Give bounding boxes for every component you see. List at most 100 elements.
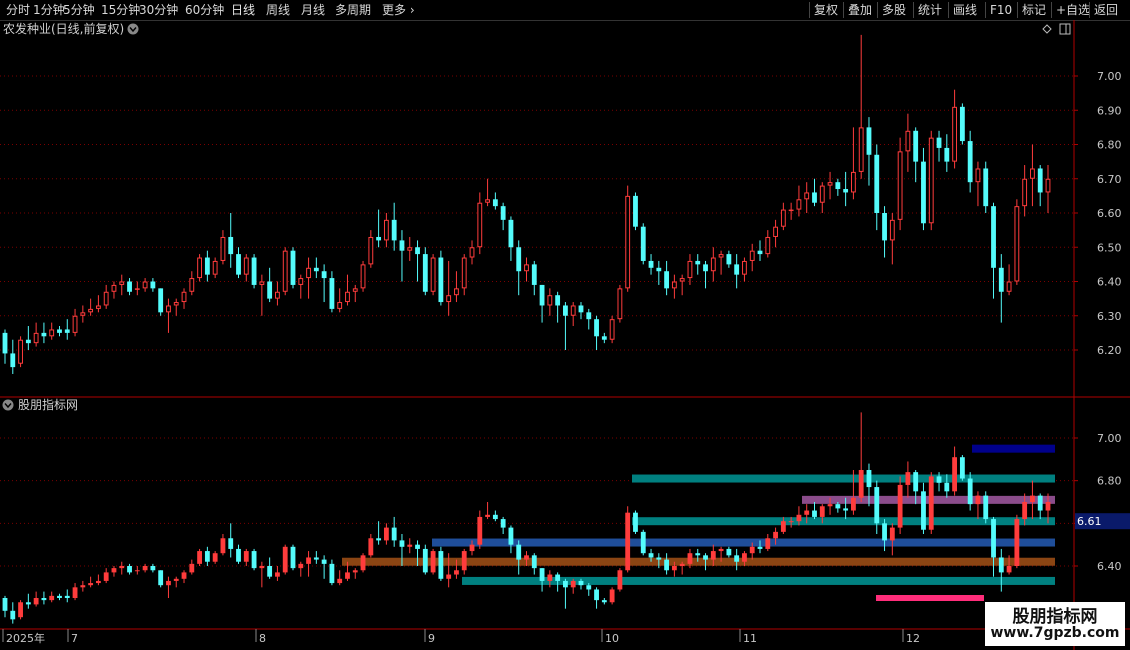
main-candle-body <box>204 257 210 275</box>
collapse-main-icon <box>127 23 139 35</box>
indicator-candle-body <box>430 551 436 573</box>
toolbar-period-0[interactable]: 分时 <box>6 0 30 20</box>
main-candle-body <box>773 226 778 237</box>
toolbar-action-1[interactable]: 叠加 <box>848 0 872 20</box>
toolbar-period-10[interactable]: 更多 › <box>382 0 415 20</box>
main-candle-body <box>991 206 996 268</box>
indicator-candle-body <box>298 563 304 569</box>
indicator-candle-body <box>765 538 771 549</box>
indicator-candle-body <box>313 557 319 560</box>
main-candle-body <box>461 257 467 289</box>
indicator-candle-body <box>648 553 654 558</box>
main-candle-body <box>1045 178 1051 193</box>
toolbar-action-5[interactable]: F10 <box>990 0 1012 20</box>
main-candle-body <box>220 236 226 261</box>
main-candle-body <box>275 291 280 299</box>
main-candle-body <box>944 147 950 162</box>
main-tick-label: 6.30 <box>1097 310 1122 323</box>
main-candle-body <box>430 257 436 292</box>
indicator-candle-body <box>41 598 47 601</box>
indicator-candle-body <box>57 595 62 598</box>
indicator-panel-title: 股朋指标网 <box>18 397 78 412</box>
indicator-candle-body <box>679 563 685 566</box>
toolbar-action-3[interactable]: 统计 <box>918 0 942 20</box>
indicator-candle-body <box>1014 519 1020 566</box>
toolbar-action-7[interactable]: +自选 <box>1056 0 1090 20</box>
indicator-candle-body <box>664 559 670 571</box>
indicator-candle-body <box>1022 502 1028 520</box>
toolbar-period-5[interactable]: 60分钟 <box>185 0 224 20</box>
indicator-candle-body <box>259 566 265 569</box>
toolbar-period-4[interactable]: 30分钟 <box>139 0 178 20</box>
indicator-candle-body <box>103 572 109 581</box>
main-candle-body <box>757 250 763 255</box>
indicator-candle-body <box>625 512 631 571</box>
main-candle-body <box>742 260 747 275</box>
indicator-candle-body <box>555 574 561 581</box>
main-candle-body <box>563 305 568 316</box>
main-candle-body <box>640 226 646 261</box>
toolbar-period-8[interactable]: 月线 <box>301 0 325 20</box>
main-candle-body <box>173 302 179 306</box>
toolbar-period-6[interactable]: 日线 <box>231 0 255 20</box>
period-toolbar: 分时 1分钟 5分钟 15分钟 30分钟 60分钟 日线 周线 月线 多周期 更多 › 复权 叠加 多股统… <box>0 0 1130 21</box>
indicator-candle-body <box>578 580 584 586</box>
toolbar-period-3[interactable]: 15分钟 <box>101 0 140 20</box>
toolbar-period-1[interactable]: 1分钟 <box>33 0 65 20</box>
indicator-candle-body <box>368 538 374 556</box>
indicator-candle-body <box>454 570 459 575</box>
main-candle-body <box>555 295 561 306</box>
toolbar-separator <box>843 2 844 18</box>
indicator-candle-body <box>391 527 397 541</box>
main-candle-body <box>539 284 545 306</box>
main-candle-body <box>788 209 794 212</box>
toolbar-period-9[interactable]: 多周期 <box>335 0 371 20</box>
main-candle-body <box>1022 178 1028 207</box>
indicator-candle-body <box>531 555 537 569</box>
main-tick-label: 6.20 <box>1097 344 1122 357</box>
main-candle-body <box>866 127 872 155</box>
indicator-candle-body <box>345 572 350 579</box>
indicator-candle-body <box>889 527 895 541</box>
toolbar-separator <box>809 2 810 18</box>
toolbar-period-7[interactable]: 周线 <box>266 0 290 20</box>
indicator-candle-body <box>267 566 273 577</box>
indicator-candle-body <box>913 472 919 492</box>
toolbar-action-4[interactable]: 画线 <box>953 0 977 20</box>
main-candle-body <box>531 264 537 285</box>
indicator-candle-body <box>671 566 677 571</box>
indicator-tick-label: 6.40 <box>1097 560 1122 573</box>
toolbar-action-6[interactable]: 标记 <box>1022 0 1046 20</box>
main-candle-body <box>656 267 662 272</box>
main-candle-body <box>827 182 833 186</box>
main-candle-body <box>72 315 78 333</box>
main-candle-body <box>889 219 895 241</box>
main-candle-body <box>329 278 335 309</box>
indicator-candle-body <box>843 508 849 511</box>
toolbar-period-2[interactable]: 5分钟 <box>63 0 95 20</box>
main-candle-body <box>111 284 117 292</box>
indicator-candle-body <box>25 602 31 605</box>
main-candle-body <box>243 257 249 275</box>
toolbar-separator <box>948 2 949 18</box>
main-candle-body <box>352 288 358 292</box>
indicator-candle-body <box>49 595 55 601</box>
indicator-candle-body <box>485 514 490 517</box>
main-candle-body <box>228 236 234 255</box>
main-candle-body <box>391 219 397 241</box>
indicator-candle-body <box>936 476 942 483</box>
main-candle-body <box>454 288 459 296</box>
time-axis-label: 7 <box>71 632 78 645</box>
toolbar-action-2[interactable]: 多股 <box>882 0 906 20</box>
toolbar-separator <box>877 2 878 18</box>
toolbar-action-8[interactable]: 返回 <box>1094 0 1118 20</box>
toolbar-action-0[interactable]: 复权 <box>814 0 838 20</box>
main-candle-body <box>469 247 475 258</box>
main-candle-body <box>33 332 39 344</box>
indicator-candle-body <box>446 574 452 579</box>
main-candle-body <box>150 281 156 289</box>
main-candle-body <box>18 339 23 364</box>
main-tick-label: 7.00 <box>1097 70 1122 83</box>
indicator-candle-body <box>757 546 763 549</box>
indicator-candle-body <box>290 546 296 569</box>
